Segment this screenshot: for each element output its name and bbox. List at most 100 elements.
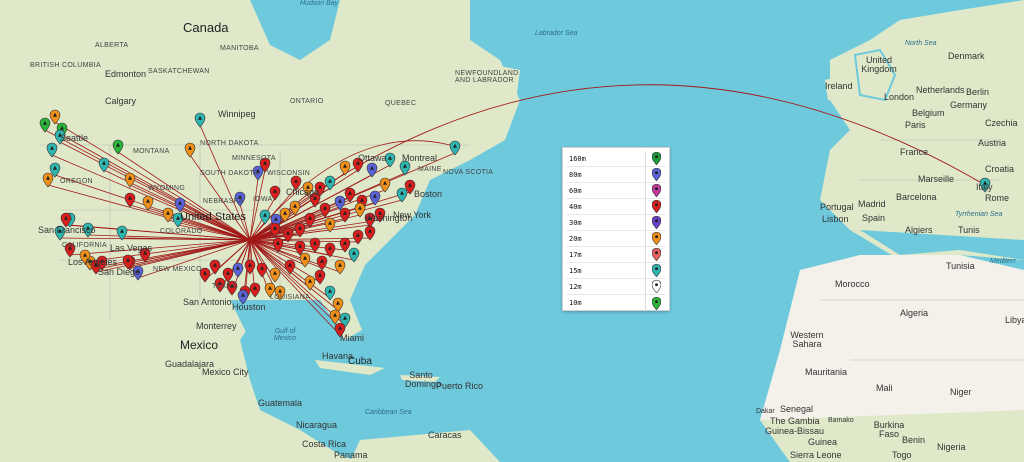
label-santo-domingo: Santo Domingo (405, 370, 442, 389)
label-wyoming: WYOMING (148, 185, 186, 192)
label-caracas: Caracas (428, 430, 462, 440)
label-ottawa: Ottawa (358, 153, 387, 163)
home-station-marker[interactable] (247, 237, 253, 243)
legend-band-label: 40m (566, 199, 646, 214)
label-london: London (884, 92, 915, 102)
label-denmark: Denmark (948, 51, 985, 61)
label-croatia: Croatia (985, 164, 1015, 174)
label-san-francisco: San Francisco (38, 225, 96, 235)
label-mexico-city: Mexico City (202, 367, 249, 377)
legend-band-label: 60m (566, 183, 646, 198)
legend-band-label: 12m (566, 279, 646, 294)
label-bamako: Bamako (828, 417, 854, 424)
label-monterrey: Monterrey (196, 321, 237, 331)
label-nebraska: NEBRASKA (203, 198, 244, 205)
label-louisiana: LOUISIANA (270, 294, 311, 301)
label-belgium: Belgium (912, 108, 945, 118)
label-british-columbia: BRITISH COLUMBIA (30, 62, 101, 69)
label-benin: Benin (902, 435, 926, 445)
label-boston: Boston (414, 189, 443, 199)
label-marseille: Marseille (918, 174, 955, 184)
label-los-angeles: Los Angeles (68, 257, 118, 267)
label-chicago: Chicago (286, 187, 320, 197)
label-hudson-bay: Hudson Bay (300, 0, 339, 7)
legend-row: 15m (566, 263, 666, 279)
label-berlin: Berlin (966, 87, 990, 97)
legend-row: 40m (566, 199, 666, 215)
label-houston: Houston (232, 302, 266, 312)
label-montana: MONTANA (133, 148, 170, 155)
legend-marker-icon (646, 151, 666, 166)
label-senegal: Senegal (780, 404, 814, 414)
label-north-dakota: NORTH DAKOTA (200, 140, 259, 147)
label-costa-rica: Costa Rica (302, 439, 347, 449)
label-minnesota: MINNESOTA (232, 155, 276, 162)
legend-marker-icon (646, 167, 666, 182)
label-czechia: Czechia (985, 118, 1018, 128)
label-san-antonio: San Antonio (183, 297, 232, 307)
label-south-dakota: SOUTH DAKOTA (200, 170, 259, 177)
label-mediterranean: Mediterr (990, 258, 1016, 265)
label-tunis: Tunis (958, 225, 980, 235)
label-edmonton: Edmonton (105, 69, 147, 79)
label-rome: Rome (985, 193, 1010, 203)
label-guatemala: Guatemala (258, 398, 303, 408)
label-madrid: Madrid (858, 199, 886, 209)
label-gambia: The Gambia (770, 416, 820, 426)
label-algeria: Algeria (900, 308, 929, 318)
label-canada: Canada (183, 20, 229, 35)
label-new-mexico: NEW MEXICO (153, 266, 202, 273)
label-france: France (900, 147, 929, 157)
label-wisconsin: WISCONSIN (267, 170, 311, 177)
label-north-sea: North Sea (905, 40, 937, 47)
label-portugal: Portugal (820, 202, 854, 212)
label-montreal: Montreal (402, 153, 438, 163)
label-texas: TEXAS (212, 283, 237, 290)
label-san-diego: San Diego (98, 267, 141, 277)
label-italy: Italy (976, 182, 993, 192)
label-paris: Paris (905, 120, 926, 130)
label-seattle: Seattle (60, 133, 89, 143)
legend-row: 12m (566, 279, 666, 295)
legend-marker-icon (646, 231, 666, 246)
label-tunisia: Tunisia (946, 261, 975, 271)
label-maine: MAINE (418, 166, 442, 173)
label-california: CALIFORNIA (62, 242, 108, 249)
legend-row: 10m (566, 295, 666, 311)
label-caribbean-sea: Caribbean Sea (365, 409, 412, 416)
legend-band-label: 30m (566, 215, 646, 230)
label-mali: Mali (876, 383, 893, 393)
label-cuba: Cuba (348, 356, 372, 367)
legend-marker-icon (646, 295, 666, 311)
legend-row: 17m (566, 247, 666, 263)
band-legend: 160m 80m 60m 40m 30m 20m 17m 15m 12m 10m (562, 147, 670, 311)
label-mauritania: Mauritania (805, 367, 848, 377)
label-united-kingdom: United Kingdom (861, 55, 897, 74)
label-burkina-faso: Burkina Faso (873, 420, 905, 439)
label-alberta: ALBERTA (95, 42, 129, 49)
label-western-sahara: Western Sahara (790, 330, 824, 349)
label-sierra-leone: Sierra Leone (790, 450, 842, 460)
label-manitoba: MANITOBA (220, 45, 259, 52)
label-united-states: United States (180, 211, 247, 223)
label-guinea: Guinea (808, 437, 838, 447)
label-barcelona: Barcelona (896, 192, 937, 202)
legend-band-label: 15m (566, 263, 646, 278)
label-colorado: COLORADO (160, 228, 203, 235)
legend-marker-icon (646, 215, 666, 230)
legend-band-label: 160m (566, 151, 646, 166)
label-lisbon: Lisbon (822, 214, 849, 224)
label-austria: Austria (978, 138, 1007, 148)
label-mexico: Mexico (180, 338, 219, 352)
legend-marker-icon (646, 247, 666, 262)
label-niger: Niger (950, 387, 972, 397)
label-oregon: OREGON (60, 178, 93, 185)
label-labrador-sea: Labrador Sea (535, 30, 578, 37)
label-ireland: Ireland (825, 81, 853, 91)
label-gulf-of-mexico: Gulf of Mexico (273, 328, 297, 342)
legend-row: 160m (566, 151, 666, 167)
label-libya: Libya (1005, 315, 1024, 325)
label-newfoundland: NEWFOUNDLAND AND LABRADOR (455, 70, 519, 84)
legend-band-label: 17m (566, 247, 646, 262)
legend-band-label: 80m (566, 167, 646, 182)
